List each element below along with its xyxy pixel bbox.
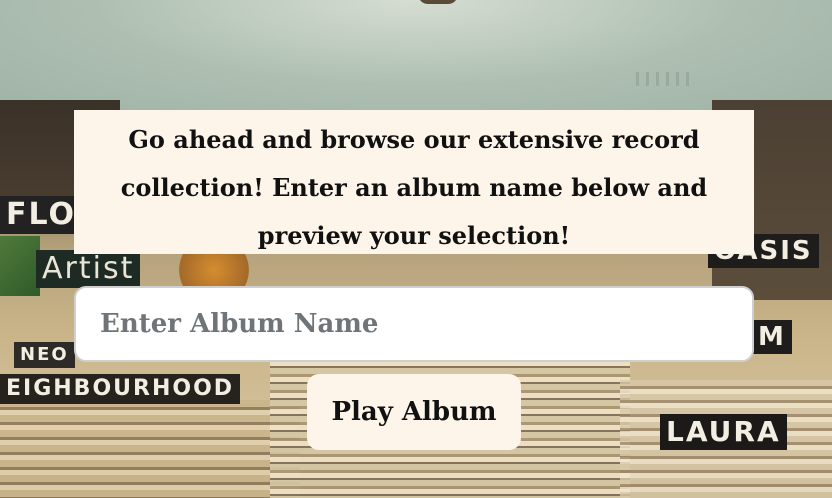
intro-panel: Go ahead and browse our extensive record… <box>74 110 754 254</box>
background-sign-neo: NEO <box>14 342 75 368</box>
record-stack-left <box>0 400 300 498</box>
intro-text: Go ahead and browse our extensive record… <box>120 125 708 250</box>
green-record-sleeve <box>0 236 40 296</box>
play-album-button[interactable]: Play Album <box>307 374 521 450</box>
background-sign-neighbourhood: EIGHBOURHOOD <box>0 374 241 404</box>
background-wall <box>0 0 832 110</box>
background-sign-flo: FLO <box>0 196 83 234</box>
album-name-input[interactable] <box>74 286 754 362</box>
background-sign-laura: LAURA <box>660 414 787 450</box>
background-sign-m: M <box>752 320 792 354</box>
ceiling-detail <box>636 72 692 86</box>
